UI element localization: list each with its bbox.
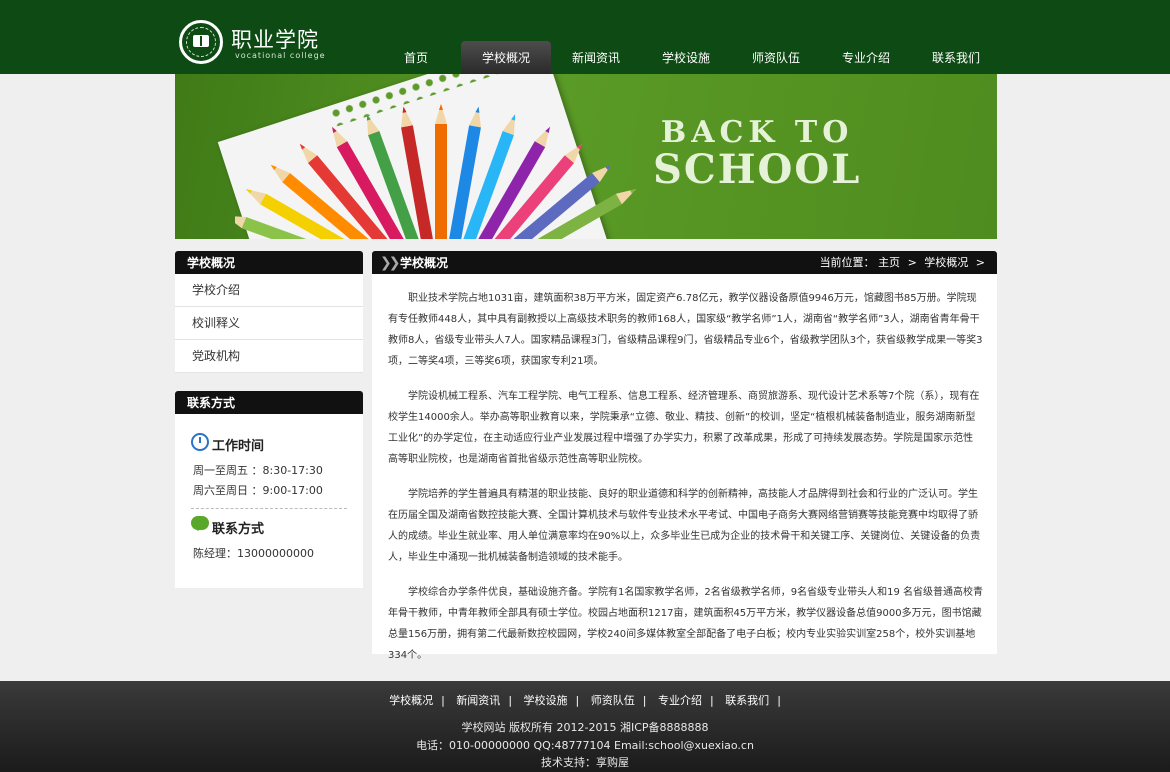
back-to-school-text: BACK TO SCHOOL	[653, 118, 861, 192]
footer-support: 技术支持：享购屋	[541, 756, 629, 769]
site-title[interactable]: 职业学院	[231, 24, 319, 54]
footer-link-majors[interactable]: 专业介绍	[658, 694, 702, 707]
footer-contact: 电话：010-00000000 QQ:48777104 Email:school…	[416, 739, 754, 752]
contact-method-title: 联系方式	[212, 522, 265, 537]
breadcrumb-end-icon: >	[975, 256, 985, 269]
paragraph-departments: 学院设机械工程系、汽车工程学院、电气工程系、信息工程系、经济管理系、商贸旅游系、…	[388, 391, 980, 465]
nav-faculty[interactable]: 师资队伍	[731, 41, 821, 74]
paragraph-students: 学院培养的学生普遍具有精湛的职业技能、良好的职业道德和科学的创新精神，高技能人才…	[388, 489, 981, 563]
sidebar-menu: 学校介绍 校训释义 党政机构	[175, 274, 363, 373]
footer-link-news[interactable]: 新闻资讯	[456, 694, 500, 707]
contact-divider	[191, 508, 347, 509]
banner-line-1: BACK TO	[660, 115, 854, 150]
sidebar-item-intro[interactable]: 学校介绍	[175, 274, 363, 307]
sidebar-contact-heading: 联系方式	[175, 391, 363, 414]
contact-panel: 工作时间 周一至周五 ：8:30-17:30 周六至周日 ：9:00-17:00…	[175, 414, 363, 588]
sidebar-item-motto[interactable]: 校训释义	[175, 307, 363, 340]
breadcrumb-separator-icon: >	[907, 256, 917, 269]
site-footer: 学校概况 | 新闻资讯 | 学校设施 | 师资队伍 | 专业介绍 | 联系我们 | 学校网站…	[0, 681, 1170, 772]
hero-banner: BACK TO SCHOOL	[175, 74, 997, 239]
sidebar-about-heading: 学校概况	[175, 251, 363, 274]
footer-link-contact[interactable]: 联系我们	[725, 694, 769, 707]
nav-about[interactable]: 学校概况	[461, 41, 551, 74]
work-hours-weekday: 周一至周五 ：8:30-17:30	[193, 464, 323, 477]
colored-pencils-illustration	[235, 104, 637, 239]
breadcrumb: 当前位置： 主页 > 学校概况 >	[820, 251, 985, 275]
footer-link-faculty[interactable]: 师资队伍	[591, 694, 635, 707]
breadcrumb-home[interactable]: 主页	[878, 256, 900, 269]
content-header: ❯❯ 学校概况 当前位置： 主页 > 学校概况 >	[372, 251, 997, 274]
footer-separator: |	[441, 694, 445, 707]
nav-home[interactable]: 首页	[371, 41, 461, 74]
clock-icon	[191, 433, 209, 451]
footer-separator: |	[777, 694, 781, 707]
double-chevron-icon: ❯❯	[380, 255, 401, 271]
footer-separator: |	[508, 694, 513, 707]
work-hours-title: 工作时间	[212, 439, 265, 454]
nav-news[interactable]: 新闻资讯	[551, 41, 641, 74]
breadcrumb-current[interactable]: 学校概况	[924, 256, 968, 269]
chat-icon	[191, 516, 209, 531]
content-title: 学校概况	[400, 256, 449, 270]
book-icon	[193, 35, 209, 47]
main-nav: 首页 学校概况 新闻资讯 学校设施 师资队伍 专业介绍 联系我们	[371, 41, 1001, 74]
paragraph-overview: 职业技术学院占地1031亩，建筑面积38万平方米，固定资产6.78亿元，教学仪器…	[388, 293, 983, 367]
work-hours-weekend: 周六至周日 ：9:00-17:00	[193, 484, 323, 497]
site-header: 职业学院 vocational college 首页 学校概况 新闻资讯 学校设…	[0, 0, 1170, 74]
college-logo[interactable]	[179, 20, 223, 64]
banner-line-2: SCHOOL	[653, 146, 862, 193]
footer-separator: |	[709, 694, 714, 707]
nav-contact[interactable]: 联系我们	[911, 41, 1001, 74]
contact-phone: 陈经理：13000000000	[193, 547, 314, 560]
footer-links: 学校概况 | 新闻资讯 | 学校设施 | 师资队伍 | 专业介绍 | 联系我们 |	[0, 692, 1170, 708]
footer-link-facilities[interactable]: 学校设施	[524, 694, 568, 707]
paragraph-facilities: 学校综合办学条件优良，基础设施齐备。学院有1名国家教学名师，2名省级教学名师，9…	[388, 587, 983, 661]
footer-separator: |	[642, 694, 647, 707]
nav-facilities[interactable]: 学校设施	[641, 41, 731, 74]
site-subtitle: vocational college	[235, 51, 326, 60]
breadcrumb-label: 当前位置：	[819, 256, 875, 269]
sidebar-item-organization[interactable]: 党政机构	[175, 340, 363, 373]
footer-copyright: 学校网站 版权所有 2012-2015 湘ICP备8888888	[461, 721, 709, 734]
footer-separator: |	[575, 694, 580, 707]
nav-majors[interactable]: 专业介绍	[821, 41, 911, 74]
content-body: 职业技术学院占地1031亩，建筑面积38万平方米，固定资产6.78亿元，教学仪器…	[372, 274, 997, 661]
footer-link-about[interactable]: 学校概况	[389, 694, 433, 707]
